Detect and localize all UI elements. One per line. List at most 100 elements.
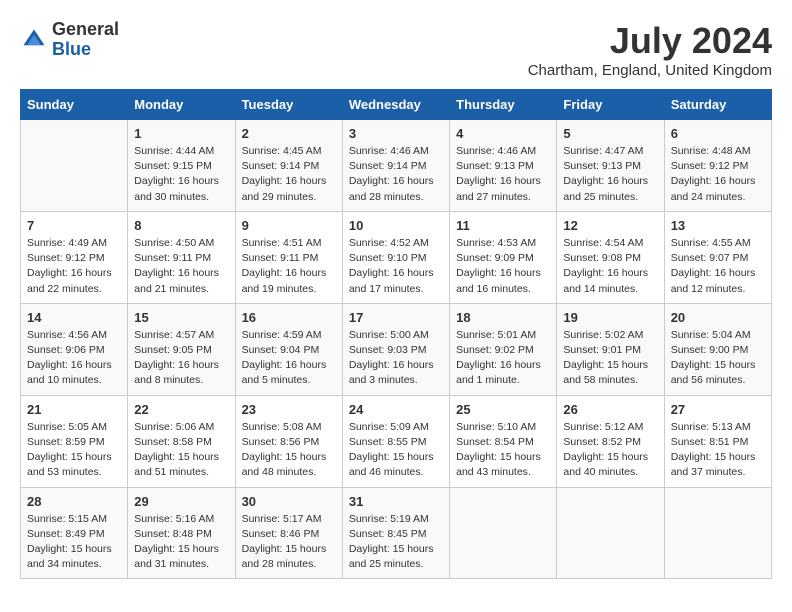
calendar-cell: 22 Sunrise: 5:06 AM Sunset: 8:58 PM Dayli… [128,395,235,487]
day-info: Sunrise: 4:47 AM Sunset: 9:13 PM Dayligh… [563,144,657,205]
logo-icon [20,26,48,54]
calendar-cell: 5 Sunrise: 4:47 AM Sunset: 9:13 PM Daylig… [557,120,664,212]
calendar-cell: 29 Sunrise: 5:16 AM Sunset: 8:48 PM Dayli… [128,487,235,579]
day-info: Sunrise: 5:12 AM Sunset: 8:52 PM Dayligh… [563,420,657,481]
day-number: 15 [134,310,228,325]
day-info: Sunrise: 5:19 AM Sunset: 8:45 PM Dayligh… [349,512,443,573]
day-number: 17 [349,310,443,325]
calendar-cell: 7Sunrise: 4:49 AM Sunset: 9:12 PM Daylig… [21,211,128,303]
day-info: Sunrise: 5:16 AM Sunset: 8:48 PM Dayligh… [134,512,228,573]
day-info: Sunrise: 4:57 AM Sunset: 9:05 PM Dayligh… [134,328,228,389]
calendar-cell: 23 Sunrise: 5:08 AM Sunset: 8:56 PM Dayli… [235,395,342,487]
day-number: 25 [456,402,550,417]
calendar-cell: 9Sunrise: 4:51 AM Sunset: 9:11 PM Daylig… [235,211,342,303]
day-info: Sunrise: 4:48 AM Sunset: 9:12 PM Dayligh… [671,144,765,205]
calendar-cell: 20 Sunrise: 5:04 AM Sunset: 9:00 PM Dayli… [664,303,771,395]
day-info: Sunrise: 5:00 AM Sunset: 9:03 PM Dayligh… [349,328,443,389]
day-info: Sunrise: 4:56 AM Sunset: 9:06 PM Dayligh… [27,328,121,389]
calendar-cell: 28 Sunrise: 5:15 AM Sunset: 8:49 PM Dayli… [21,487,128,579]
calendar-cell: 26 Sunrise: 5:12 AM Sunset: 8:52 PM Dayli… [557,395,664,487]
day-info: Sunrise: 5:09 AM Sunset: 8:55 PM Dayligh… [349,420,443,481]
calendar-cell: 19 Sunrise: 5:02 AM Sunset: 9:01 PM Dayli… [557,303,664,395]
day-number: 31 [349,494,443,509]
calendar-cell: 30 Sunrise: 5:17 AM Sunset: 8:46 PM Dayli… [235,487,342,579]
day-number: 24 [349,402,443,417]
title-area: July 2024 Chartham, England, United King… [528,20,772,79]
day-number: 14 [27,310,121,325]
day-info: Sunrise: 4:45 AM Sunset: 9:14 PM Dayligh… [242,144,336,205]
day-number: 28 [27,494,121,509]
day-info: Sunrise: 4:55 AM Sunset: 9:07 PM Dayligh… [671,236,765,297]
day-number: 5 [563,126,657,141]
calendar-week-row: 14 Sunrise: 4:56 AM Sunset: 9:06 PM Dayli… [21,303,772,395]
location-subtitle: Chartham, England, United Kingdom [528,62,772,79]
day-info: Sunrise: 4:51 AM Sunset: 9:11 PM Dayligh… [242,236,336,297]
day-info: Sunrise: 4:46 AM Sunset: 9:13 PM Dayligh… [456,144,550,205]
calendar-cell: 10 Sunrise: 4:52 AM Sunset: 9:10 PM Dayli… [342,211,449,303]
calendar-cell [21,120,128,212]
weekday-header-thursday: Thursday [450,90,557,120]
calendar-week-row: 7Sunrise: 4:49 AM Sunset: 9:12 PM Daylig… [21,211,772,303]
weekday-header-tuesday: Tuesday [235,90,342,120]
calendar-cell [664,487,771,579]
day-number: 18 [456,310,550,325]
day-info: Sunrise: 5:05 AM Sunset: 8:59 PM Dayligh… [27,420,121,481]
day-info: Sunrise: 5:02 AM Sunset: 9:01 PM Dayligh… [563,328,657,389]
day-number: 29 [134,494,228,509]
calendar-cell: 13Sunrise: 4:55 AM Sunset: 9:07 PM Dayli… [664,211,771,303]
day-info: Sunrise: 5:15 AM Sunset: 8:49 PM Dayligh… [27,512,121,573]
calendar-cell: 17 Sunrise: 5:00 AM Sunset: 9:03 PM Dayli… [342,303,449,395]
day-number: 30 [242,494,336,509]
calendar-week-row: 28 Sunrise: 5:15 AM Sunset: 8:49 PM Dayli… [21,487,772,579]
month-year-title: July 2024 [528,20,772,62]
calendar-cell: 14 Sunrise: 4:56 AM Sunset: 9:06 PM Dayli… [21,303,128,395]
calendar-cell: 6Sunrise: 4:48 AM Sunset: 9:12 PM Daylig… [664,120,771,212]
day-info: Sunrise: 4:50 AM Sunset: 9:11 PM Dayligh… [134,236,228,297]
day-number: 20 [671,310,765,325]
day-info: Sunrise: 4:52 AM Sunset: 9:10 PM Dayligh… [349,236,443,297]
calendar-cell [557,487,664,579]
page-header: General Blue July 2024 Chartham, England… [20,20,772,79]
weekday-header-wednesday: Wednesday [342,90,449,120]
weekday-header-sunday: Sunday [21,90,128,120]
calendar-cell: 18 Sunrise: 5:01 AM Sunset: 9:02 PM Dayli… [450,303,557,395]
day-number: 2 [242,126,336,141]
day-info: Sunrise: 4:49 AM Sunset: 9:12 PM Dayligh… [27,236,121,297]
day-number: 11 [456,218,550,233]
day-number: 4 [456,126,550,141]
day-number: 23 [242,402,336,417]
calendar-cell: 24 Sunrise: 5:09 AM Sunset: 8:55 PM Dayli… [342,395,449,487]
calendar-cell: 12Sunrise: 4:54 AM Sunset: 9:08 PM Dayli… [557,211,664,303]
calendar-cell: 27Sunrise: 5:13 AM Sunset: 8:51 PM Dayli… [664,395,771,487]
calendar-cell: 4 Sunrise: 4:46 AM Sunset: 9:13 PM Daylig… [450,120,557,212]
day-number: 8 [134,218,228,233]
day-info: Sunrise: 5:01 AM Sunset: 9:02 PM Dayligh… [456,328,550,389]
day-info: Sunrise: 4:44 AM Sunset: 9:15 PM Dayligh… [134,144,228,205]
day-number: 3 [349,126,443,141]
day-info: Sunrise: 4:54 AM Sunset: 9:08 PM Dayligh… [563,236,657,297]
calendar-cell: 8 Sunrise: 4:50 AM Sunset: 9:11 PM Daylig… [128,211,235,303]
logo: General Blue [20,20,119,60]
calendar-cell: 1Sunrise: 4:44 AM Sunset: 9:15 PM Daylig… [128,120,235,212]
day-info: Sunrise: 4:59 AM Sunset: 9:04 PM Dayligh… [242,328,336,389]
day-info: Sunrise: 5:17 AM Sunset: 8:46 PM Dayligh… [242,512,336,573]
day-info: Sunrise: 5:04 AM Sunset: 9:00 PM Dayligh… [671,328,765,389]
weekday-header-friday: Friday [557,90,664,120]
day-info: Sunrise: 5:06 AM Sunset: 8:58 PM Dayligh… [134,420,228,481]
day-number: 22 [134,402,228,417]
day-number: 26 [563,402,657,417]
day-info: Sunrise: 5:13 AM Sunset: 8:51 PM Dayligh… [671,420,765,481]
calendar-cell: 3 Sunrise: 4:46 AM Sunset: 9:14 PM Daylig… [342,120,449,212]
day-number: 16 [242,310,336,325]
day-number: 19 [563,310,657,325]
calendar-table: SundayMondayTuesdayWednesdayThursdayFrid… [20,89,772,579]
day-info: Sunrise: 5:10 AM Sunset: 8:54 PM Dayligh… [456,420,550,481]
day-info: Sunrise: 4:46 AM Sunset: 9:14 PM Dayligh… [349,144,443,205]
calendar-cell: 25 Sunrise: 5:10 AM Sunset: 8:54 PM Dayli… [450,395,557,487]
calendar-week-row: 1Sunrise: 4:44 AM Sunset: 9:15 PM Daylig… [21,120,772,212]
calendar-cell: 2 Sunrise: 4:45 AM Sunset: 9:14 PM Daylig… [235,120,342,212]
calendar-cell: 16 Sunrise: 4:59 AM Sunset: 9:04 PM Dayli… [235,303,342,395]
calendar-week-row: 21Sunrise: 5:05 AM Sunset: 8:59 PM Dayli… [21,395,772,487]
day-number: 10 [349,218,443,233]
day-info: Sunrise: 5:08 AM Sunset: 8:56 PM Dayligh… [242,420,336,481]
